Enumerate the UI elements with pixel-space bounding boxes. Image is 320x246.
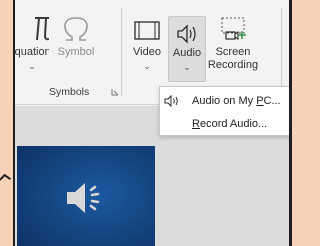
menu-item-record-audio[interactable]: Record Audio... [160, 112, 289, 136]
pi-icon [15, 10, 49, 46]
video-label: Video [133, 46, 161, 58]
chevron-down-icon: ⌄ [183, 62, 191, 72]
menu-item-audio-on-my-pc[interactable]: Audio on My PC... [160, 89, 289, 113]
screenshot-frame: Equation ⌄ Symbol Symbols [0, 0, 302, 246]
equation-button[interactable]: Equation ⌄ [15, 10, 49, 71]
video-button[interactable]: Video ⌄ [127, 10, 167, 71]
menu-item-label: Audio on My PC... [184, 95, 281, 107]
menu-item-label: Record Audio... [184, 118, 267, 130]
label-prefix: Audio on My [192, 95, 257, 107]
screen-recording-label-line1: Screen [215, 46, 251, 58]
speaker-icon [67, 183, 100, 213]
label-suffix: ecord Audio... [199, 118, 268, 130]
access-key: R [192, 118, 200, 130]
screen-recording-icon [218, 10, 248, 46]
dialog-launcher-icon[interactable] [111, 88, 119, 96]
screen-recording-label-line2: Recording [207, 59, 259, 71]
omega-icon [61, 10, 91, 46]
label-suffix: C... [263, 95, 281, 107]
audio-dropdown-menu: Audio on My PC... Record Audio... [159, 86, 289, 136]
slide-thumbnail[interactable] [17, 146, 155, 246]
symbol-button[interactable]: Symbol [55, 10, 97, 59]
speaker-icon [160, 94, 184, 108]
screen-recording-button[interactable]: Screen Recording [207, 10, 259, 72]
group-separator [281, 8, 282, 96]
audio-button[interactable]: Audio ⌄ [168, 16, 206, 82]
access-key: P [256, 95, 264, 107]
symbols-group-label: Symbols [49, 86, 90, 98]
equation-label: Equation [15, 46, 49, 58]
chevron-down-icon: ⌄ [143, 61, 151, 71]
corner-mark [0, 173, 12, 185]
chevron-down-icon: ⌄ [28, 61, 36, 71]
group-separator [121, 8, 122, 96]
film-icon [132, 10, 162, 46]
app-window: Equation ⌄ Symbol Symbols [13, 0, 292, 246]
speaker-icon [174, 17, 200, 47]
audio-label: Audio [172, 47, 202, 59]
symbol-label: Symbol [57, 46, 95, 58]
